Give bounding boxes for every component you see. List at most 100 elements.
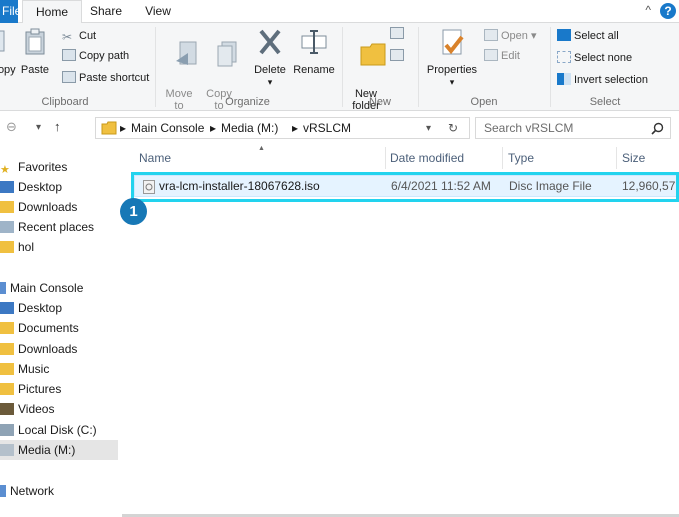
- tab-file[interactable]: File: [0, 0, 22, 23]
- select-none-button[interactable]: Select none: [557, 49, 632, 67]
- highlight-box: [131, 172, 679, 202]
- breadcrumb-media[interactable]: Media (M:): [221, 121, 278, 135]
- nav-documents[interactable]: Documents: [0, 318, 79, 338]
- back-icon[interactable]: ⊖: [6, 119, 17, 135]
- nav-main-console[interactable]: Main Console: [0, 278, 83, 298]
- column-type[interactable]: Type: [508, 151, 534, 165]
- documents-icon: [0, 322, 14, 334]
- search-icon[interactable]: [651, 122, 664, 135]
- nav-local-disk-c[interactable]: Local Disk (C:): [0, 420, 97, 440]
- group-separator: [342, 27, 343, 107]
- nav-favorites[interactable]: ★ Favorites: [0, 157, 67, 177]
- invert-selection-button[interactable]: Invert selection: [557, 71, 648, 89]
- rename-button[interactable]: Rename: [292, 27, 336, 76]
- breadcrumb-vrslcm[interactable]: vRSLCM: [303, 121, 351, 135]
- properties-icon: [442, 29, 464, 55]
- copy-path-label: Copy path: [79, 50, 130, 62]
- nav-item-label: Downloads: [18, 342, 78, 356]
- rename-icon: [301, 30, 327, 54]
- nav-media-m[interactable]: Media (M:): [0, 440, 118, 460]
- nav-item-label: Desktop: [18, 301, 63, 315]
- column-separator: [502, 147, 503, 169]
- invert-selection-icon: [557, 73, 571, 85]
- tab-file-label: File: [2, 4, 22, 18]
- paste-shortcut-button[interactable]: Paste shortcut: [62, 69, 149, 87]
- music-icon: [0, 363, 14, 375]
- copy-path-button[interactable]: Copy path: [62, 47, 129, 65]
- ribbon-tab-bar: File Home Share View ^ ?: [0, 0, 679, 24]
- select-all-button[interactable]: Select all: [557, 27, 619, 45]
- address-dropdown-icon[interactable]: ▾: [426, 123, 431, 134]
- help-icon[interactable]: ?: [660, 3, 676, 19]
- nav-item-label: Media (M:): [18, 443, 76, 457]
- delete-label: Delete: [254, 64, 286, 76]
- pictures-icon: [0, 383, 14, 395]
- nav-main-console-label: Main Console: [10, 281, 84, 295]
- nav-fav-downloads[interactable]: Downloads: [0, 197, 77, 217]
- address-bar[interactable]: ▸ Main Console ▸ Media (M:) ▸ vRSLCM ▾ ↻: [95, 117, 470, 139]
- paste-icon: [25, 28, 45, 55]
- delete-dropdown-icon[interactable]: ▾: [250, 76, 290, 88]
- cut-button[interactable]: ✂ Cut: [62, 27, 96, 45]
- copy-to-icon: [217, 41, 237, 67]
- cut-label: Cut: [79, 30, 97, 42]
- nav-videos[interactable]: Videos: [0, 399, 54, 419]
- search-box[interactable]: Search vRSLCM: [475, 117, 671, 139]
- edit-label: Edit: [501, 50, 520, 62]
- nav-music[interactable]: Music: [0, 359, 49, 379]
- recent-locations-icon[interactable]: ▾: [36, 122, 41, 133]
- breadcrumb-sep-icon: ▸: [292, 121, 299, 135]
- copy-label: Copy: [0, 64, 16, 76]
- folder-icon: [0, 241, 14, 253]
- nav-downloads[interactable]: Downloads: [0, 339, 77, 359]
- open-group-label: Open: [470, 96, 498, 108]
- edit-button[interactable]: Edit: [484, 47, 520, 65]
- nav-pictures[interactable]: Pictures: [0, 379, 61, 399]
- breadcrumb-main-console[interactable]: Main Console: [131, 121, 204, 135]
- properties-dropdown-icon[interactable]: ▾: [424, 76, 480, 88]
- column-size[interactable]: Size: [622, 151, 645, 165]
- tab-share[interactable]: Share: [86, 0, 126, 23]
- properties-label: Properties: [426, 64, 478, 76]
- nav-fav-desktop[interactable]: Desktop: [0, 177, 62, 197]
- nav-item-label: Music: [18, 362, 50, 376]
- edit-icon: [484, 49, 498, 61]
- refresh-icon[interactable]: ↻: [448, 121, 458, 135]
- tab-home[interactable]: Home: [22, 0, 82, 24]
- paste-shortcut-label: Paste shortcut: [79, 72, 150, 84]
- nav-item-label: Pictures: [18, 382, 62, 396]
- nav-desktop[interactable]: Desktop: [0, 298, 62, 318]
- group-separator: [550, 27, 551, 107]
- up-arrow-icon[interactable]: ↑: [54, 119, 61, 134]
- easy-access-button[interactable]: [390, 47, 407, 65]
- nav-item-label: hol: [18, 240, 35, 254]
- computer-icon: [0, 282, 6, 294]
- new-item-button[interactable]: [390, 25, 407, 43]
- navigation-pane: ★ Favorites Desktop Downloads Recent plac…: [0, 145, 122, 517]
- open-label: Open: [501, 30, 528, 42]
- group-separator: [155, 27, 156, 107]
- videos-icon: [0, 403, 14, 415]
- delete-button[interactable]: Delete ▾: [250, 27, 290, 88]
- collapse-ribbon-icon[interactable]: ^: [645, 3, 651, 17]
- nav-item-label: Desktop: [18, 180, 63, 194]
- select-all-icon: [557, 29, 571, 41]
- column-date-modified[interactable]: Date modified: [390, 151, 464, 165]
- column-separator: [385, 147, 386, 169]
- nav-item-label: Recent places: [18, 220, 95, 234]
- search-input[interactable]: Search vRSLCM: [484, 121, 573, 135]
- copy-button[interactable]: Copy: [0, 27, 16, 76]
- nav-fav-hol[interactable]: hol: [0, 237, 34, 257]
- tab-view[interactable]: View: [140, 0, 176, 23]
- copy-icon: [0, 30, 5, 52]
- select-group-label: Select: [589, 96, 621, 108]
- sort-ascending-icon: ▲: [258, 145, 265, 152]
- column-name[interactable]: Name: [139, 151, 171, 165]
- select-none-label: Select none: [574, 52, 633, 64]
- properties-button[interactable]: Properties ▾: [424, 27, 480, 88]
- open-button[interactable]: Open ▾: [484, 27, 537, 45]
- nav-fav-recent-places[interactable]: Recent places: [0, 217, 94, 237]
- nav-network[interactable]: Network: [0, 481, 54, 501]
- paste-button[interactable]: Paste: [18, 27, 52, 76]
- nav-network-label: Network: [10, 484, 55, 498]
